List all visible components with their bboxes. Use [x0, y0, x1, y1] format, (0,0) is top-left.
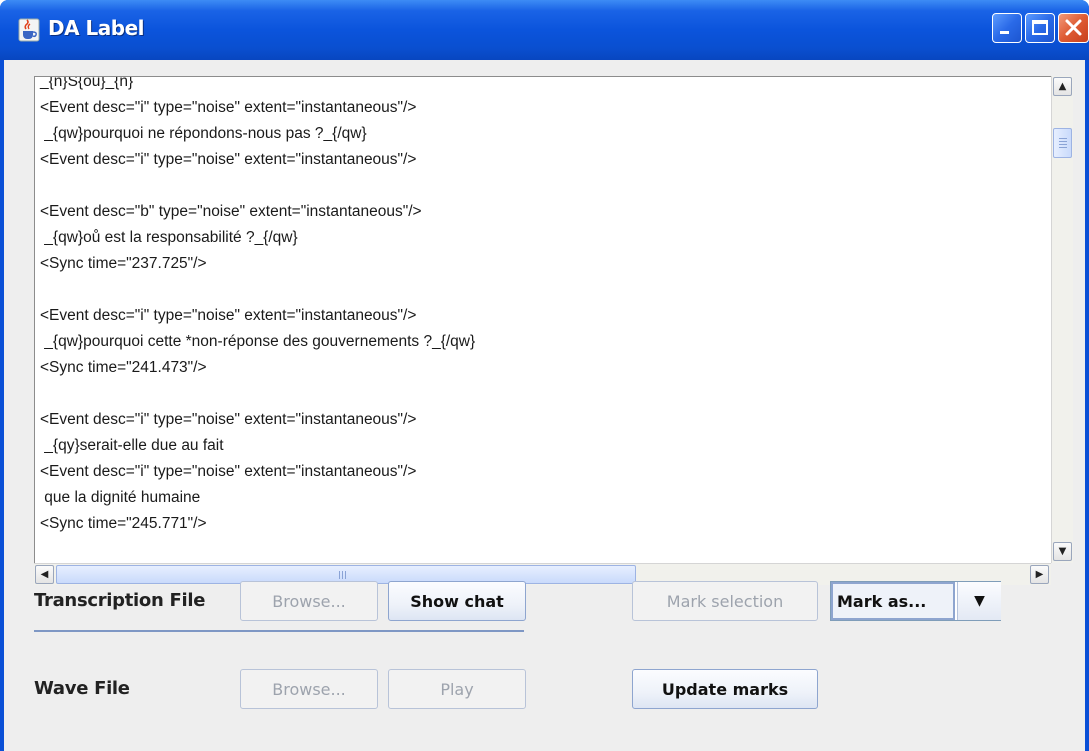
transcript-line: _{qw}oů est la responsabilité ?_{/qw}	[40, 229, 298, 246]
transcript-line: <Event desc="i" type="noise" extent="ins…	[40, 99, 417, 116]
transcription-text-area[interactable]: _{n}S{ou}_{n} <Event desc="i" type="noise…	[34, 76, 1052, 564]
close-icon	[1065, 19, 1082, 36]
mark-as-selected-value: Mark as...	[831, 582, 955, 620]
update-marks-button[interactable]: Update marks	[632, 669, 818, 709]
vertical-scroll-thumb[interactable]	[1053, 128, 1072, 158]
scroll-corner	[1051, 563, 1072, 584]
play-button[interactable]: Play	[388, 669, 526, 709]
transcript-line: _{qw}pourquoi cette *non-réponse des gou…	[40, 333, 476, 350]
close-button[interactable]	[1058, 13, 1089, 43]
title-bar[interactable]: DA Label	[0, 0, 1089, 60]
transcript-line: _{qw}pourquoi ne répondons-nous pas ?_{/…	[40, 125, 367, 142]
mark-as-dropdown[interactable]: Mark as... ▼	[830, 581, 1001, 621]
transcript-line: _{qy}serait-elle due au fait	[40, 437, 224, 454]
section-separator	[34, 630, 524, 632]
transcript-line	[40, 381, 475, 407]
scroll-up-arrow-icon: ▲	[1058, 81, 1067, 92]
transcript-line: <Sync time="241.473"/>	[40, 359, 207, 376]
scroll-right-button[interactable]: ▶	[1030, 565, 1049, 584]
minimize-icon	[1000, 31, 1009, 34]
transcript-line: que la dignité humaine	[40, 489, 201, 506]
vertical-scrollbar[interactable]: ▲ ▼	[1051, 76, 1073, 563]
transcript-line: <Event desc="i" type="noise" extent="ins…	[40, 307, 417, 324]
dropdown-arrow-button[interactable]: ▼	[957, 582, 1001, 620]
scroll-left-button[interactable]: ◀	[35, 565, 54, 584]
transcript-line: <Event desc="i" type="noise" extent="ins…	[40, 411, 417, 428]
show-chat-button[interactable]: Show chat	[388, 581, 526, 621]
maximize-icon	[1032, 20, 1048, 35]
wave-browse-button[interactable]: Browse...	[240, 669, 378, 709]
scroll-down-button[interactable]: ▼	[1053, 542, 1072, 561]
transcript-line: <Event desc="b" type="noise" extent="ins…	[40, 203, 422, 220]
window-client-area: _{n}S{ou}_{n} <Event desc="i" type="noise…	[4, 60, 1085, 751]
transcript-line: <Event desc="i" type="noise" extent="ins…	[40, 151, 417, 168]
java-cup-icon	[18, 18, 40, 42]
transcript-line: <Event desc="i" type="noise" extent="ins…	[40, 463, 417, 480]
transcript-line: <Sync time="237.725"/>	[40, 255, 207, 272]
scroll-up-button[interactable]: ▲	[1053, 77, 1072, 96]
maximize-button[interactable]	[1025, 13, 1055, 43]
scroll-right-arrow-icon: ▶	[1035, 569, 1044, 580]
transcription-file-label: Transcription File	[34, 590, 206, 611]
transcript-line	[40, 173, 475, 199]
transcript-line: <Sync time="245.771"/>	[40, 515, 207, 532]
transcript-lines: _{n}S{ou}_{n} <Event desc="i" type="noise…	[40, 76, 476, 537]
window-title: DA Label	[48, 16, 145, 40]
transcript-line	[40, 277, 475, 303]
scroll-left-arrow-icon: ◀	[40, 569, 49, 580]
minimize-button[interactable]	[992, 13, 1022, 43]
dropdown-arrow-icon: ▼	[974, 593, 985, 609]
wave-file-label: Wave File	[34, 678, 130, 699]
transcript-line: _{n}S{ou}_{n}	[40, 76, 134, 90]
mark-selection-button[interactable]: Mark selection	[632, 581, 818, 621]
app-window: DA Label _{n}S{ou}_{n} <Event desc="i" ty…	[0, 0, 1089, 751]
scroll-down-arrow-icon: ▼	[1058, 546, 1067, 557]
transcription-browse-button[interactable]: Browse...	[240, 581, 378, 621]
